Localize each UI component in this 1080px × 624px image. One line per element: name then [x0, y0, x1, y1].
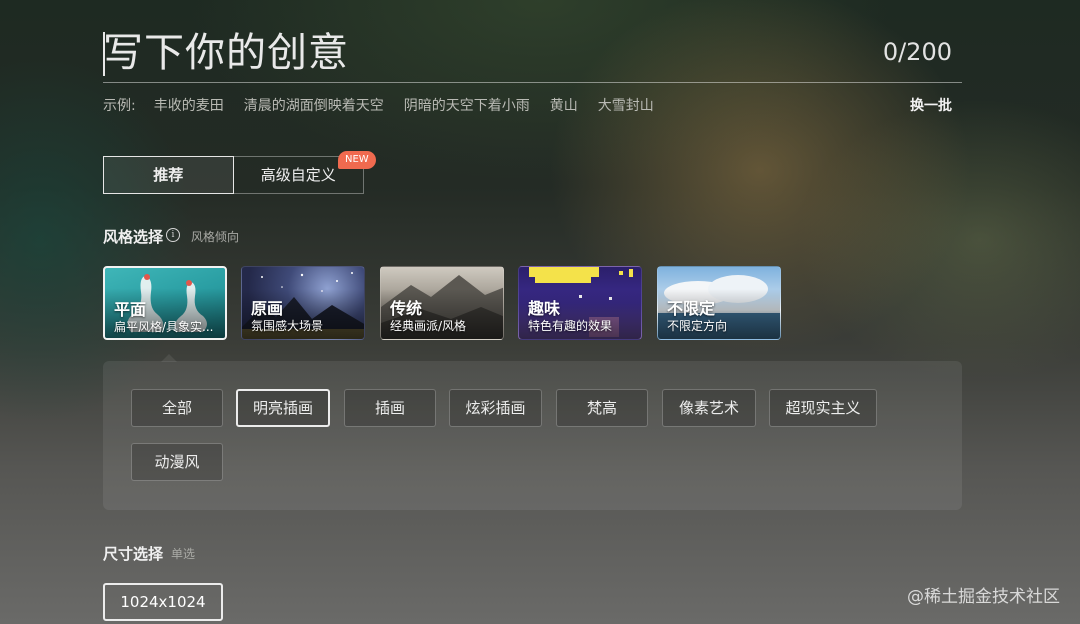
sub-style-chip-anime[interactable]: 动漫风: [131, 443, 223, 481]
card-description: 特色有趣的效果: [528, 319, 613, 333]
size-section-subtitle: 单选: [171, 547, 196, 561]
card-description: 扁平风格/具象实...: [114, 320, 214, 334]
card-title: 原画: [251, 299, 284, 318]
example-prompt[interactable]: 黄山: [550, 95, 578, 115]
info-icon[interactable]: i: [166, 228, 180, 242]
style-card-fun[interactable]: 趣味 特色有趣的效果: [518, 266, 642, 340]
size-section-title: 尺寸选择: [103, 545, 164, 563]
card-description: 不限定方向: [667, 319, 728, 333]
card-description: 氛围感大场景: [251, 319, 324, 333]
mode-tabs: 推荐 高级自定义: [103, 156, 364, 194]
example-prompt[interactable]: 丰收的麦田: [154, 95, 224, 115]
examples-label: 示例:: [103, 98, 136, 114]
sub-style-chip-all[interactable]: 全部: [131, 389, 223, 427]
sub-style-chip-surrealism[interactable]: 超现实主义: [769, 389, 877, 427]
style-section-subtitle: 风格倾向: [191, 230, 240, 244]
sub-style-chip-van-gogh[interactable]: 梵高: [556, 389, 648, 427]
example-prompt[interactable]: 大雪封山: [598, 95, 654, 115]
example-prompt[interactable]: 清晨的湖面倒映着天空: [244, 95, 384, 115]
size-option-1024[interactable]: 1024x1024: [103, 583, 223, 621]
style-section-title: 风格选择: [103, 228, 164, 246]
card-title: 平面: [114, 300, 147, 319]
sub-style-chip-colorful-illustration[interactable]: 炫彩插画: [449, 389, 542, 427]
prompt-underline: [103, 82, 962, 83]
sub-style-chip-pixel-art[interactable]: 像素艺术: [662, 389, 756, 427]
example-prompts: 示例: 丰收的麦田 清晨的湖面倒映着天空 阴暗的天空下着小雨 黄山 大雪封山: [103, 95, 674, 115]
example-prompt[interactable]: 阴暗的天空下着小雨: [404, 95, 530, 115]
style-card-flat[interactable]: 平面 扁平风格/具象实...: [103, 266, 227, 340]
style-card-unlimited[interactable]: 不限定 不限定方向: [657, 266, 781, 340]
prompt-input[interactable]: 写下你的创意: [103, 26, 863, 80]
card-title: 传统: [390, 299, 423, 318]
new-badge: NEW: [338, 151, 376, 169]
style-card-original[interactable]: 原画 氛围感大场景: [241, 266, 365, 340]
sub-style-chip-illustration[interactable]: 插画: [344, 389, 436, 427]
style-card-traditional[interactable]: 传统 经典画派/风格: [380, 266, 504, 340]
sub-style-chip-bright-illustration[interactable]: 明亮插画: [236, 389, 330, 427]
tab-recommend[interactable]: 推荐: [103, 156, 234, 194]
char-counter: 0/200: [882, 38, 952, 66]
sub-style-panel: [103, 361, 962, 510]
refresh-examples-button[interactable]: 换一批: [910, 95, 952, 115]
watermark: @稀土掘金技术社区: [907, 587, 1060, 607]
card-title: 趣味: [528, 299, 561, 318]
card-description: 经典画派/风格: [390, 319, 467, 333]
card-title: 不限定: [667, 299, 716, 318]
